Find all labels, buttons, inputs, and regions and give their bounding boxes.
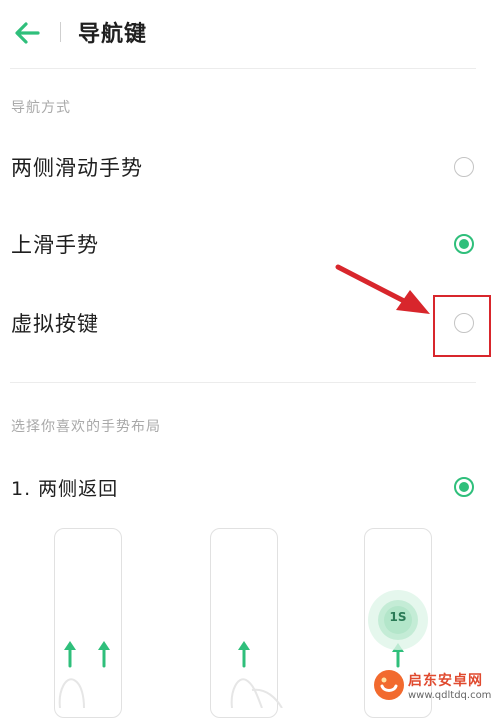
watermark-text: 启东安卓网 <box>408 673 483 689</box>
hold-duration-badge: 1S <box>389 610 407 624</box>
site-logo-icon <box>374 670 404 700</box>
gesture-illustrations <box>58 590 428 708</box>
watermark-url: www.qdltdq.com <box>408 690 492 701</box>
up-arrow-icon <box>64 641 404 668</box>
watermark: 启东安卓网 www.qdltdq.com <box>372 668 498 708</box>
